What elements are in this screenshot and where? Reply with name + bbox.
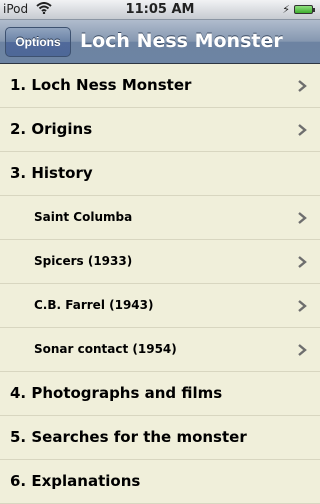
clock: 11:05 AM <box>125 2 195 17</box>
list-item-label: 6. Explanations <box>10 472 141 490</box>
list-item[interactable]: Spicers (1933) <box>0 240 320 284</box>
status-bar: iPod 11:05 AM ⚡ <box>0 0 320 20</box>
list-item[interactable]: Sonar contact (1954) <box>0 328 320 372</box>
options-button[interactable]: Options <box>5 27 71 57</box>
charging-icon: ⚡ <box>282 3 290 16</box>
chevron-right-icon <box>298 124 307 136</box>
chevron-right-icon <box>298 300 307 312</box>
chapter-list: 1. Loch Ness Monster 2. Origins 3. Histo… <box>0 64 320 504</box>
list-item-label: Saint Columba <box>34 210 133 224</box>
list-item[interactable]: Saint Columba <box>0 196 320 240</box>
list-item-label: 5. Searches for the monster <box>10 428 247 446</box>
list-item-label: 1. Loch Ness Monster <box>10 76 192 94</box>
list-item[interactable]: C.B. Farrel (1943) <box>0 284 320 328</box>
list-item-label: 3. History <box>10 164 93 182</box>
list-item[interactable]: 6. Explanations <box>0 460 320 504</box>
list-item-label: Spicers (1933) <box>34 254 133 268</box>
chevron-right-icon <box>298 344 307 356</box>
page-title: Loch Ness Monster <box>80 30 283 52</box>
list-item[interactable]: 3. History <box>0 152 320 196</box>
list-item-label: Sonar contact (1954) <box>34 342 177 356</box>
list-item[interactable]: 2. Origins <box>0 108 320 152</box>
battery-icon <box>294 5 315 14</box>
list-item[interactable]: 1. Loch Ness Monster <box>0 64 320 108</box>
list-item-label: 2. Origins <box>10 120 93 138</box>
chevron-right-icon <box>298 256 307 268</box>
navigation-bar: Options Loch Ness Monster <box>0 20 320 64</box>
chevron-right-icon <box>298 212 307 224</box>
chevron-right-icon <box>298 80 307 92</box>
list-item[interactable]: 5. Searches for the monster <box>0 416 320 460</box>
list-item-label: C.B. Farrel (1943) <box>34 298 154 312</box>
list-item[interactable]: 4. Photographs and films <box>0 372 320 416</box>
list-item-label: 4. Photographs and films <box>10 384 223 402</box>
